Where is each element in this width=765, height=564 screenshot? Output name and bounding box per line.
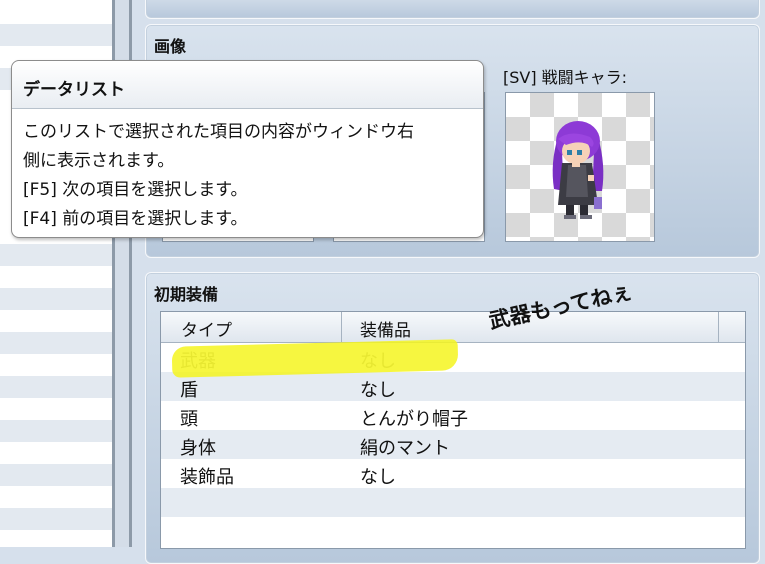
tooltip-line: [F4] 前の項目を選択します。 <box>23 209 248 229</box>
cell-item: 絹のマント <box>360 438 450 459</box>
list-item[interactable] <box>0 288 112 310</box>
column-header-type[interactable]: タイプ <box>181 316 232 341</box>
table-row[interactable]: 盾 なし <box>161 372 745 401</box>
tooltip-title: データリスト <box>23 80 125 100</box>
image-panel-title: 画像 <box>154 37 187 56</box>
cell-type: 身体 <box>180 438 216 459</box>
cell-item: とんがり帽子 <box>360 409 468 430</box>
table-row[interactable]: 頭 とんがり帽子 <box>161 401 745 430</box>
list-item[interactable] <box>0 244 112 266</box>
equipment-panel-title: 初期装備 <box>154 285 219 304</box>
tooltip-header: データリスト <box>12 61 483 109</box>
list-item[interactable] <box>0 376 112 398</box>
table-row-empty[interactable] <box>161 488 745 517</box>
upper-panel <box>145 0 760 19</box>
table-row[interactable]: 身体 絹のマント <box>161 430 745 459</box>
column-divider[interactable] <box>341 312 342 342</box>
character-sprite <box>552 121 604 219</box>
column-header-item[interactable]: 装備品 <box>360 316 411 341</box>
table-row-empty[interactable] <box>161 517 745 546</box>
list-item[interactable] <box>0 332 112 354</box>
tooltip-line: このリストで選択された項目の内容がウィンドウ右 <box>23 122 414 142</box>
cell-type: 頭 <box>180 409 198 430</box>
table-header: タイプ 装備品 <box>161 312 745 343</box>
list-item[interactable] <box>0 508 112 530</box>
tooltip-line: [F5] 次の項目を選択します。 <box>23 180 248 200</box>
list-item[interactable] <box>0 464 112 486</box>
cell-type: 装飾品 <box>180 467 234 488</box>
data-list-tooltip: データリスト このリストで選択された項目の内容がウィンドウ右 側に表示されます。… <box>11 60 484 238</box>
sv-battler-image[interactable] <box>505 92 655 242</box>
column-divider[interactable] <box>718 312 719 342</box>
cell-item: なし <box>360 380 396 401</box>
tooltip-line: 側に表示されます。 <box>23 151 175 171</box>
list-item[interactable] <box>0 420 112 442</box>
cell-type: 盾 <box>180 380 198 401</box>
sv-battler-label: [SV] 戦闘キャラ: <box>503 68 628 87</box>
list-item[interactable] <box>0 24 112 46</box>
table-row[interactable]: 装飾品 なし <box>161 459 745 488</box>
cell-item: なし <box>360 467 396 488</box>
